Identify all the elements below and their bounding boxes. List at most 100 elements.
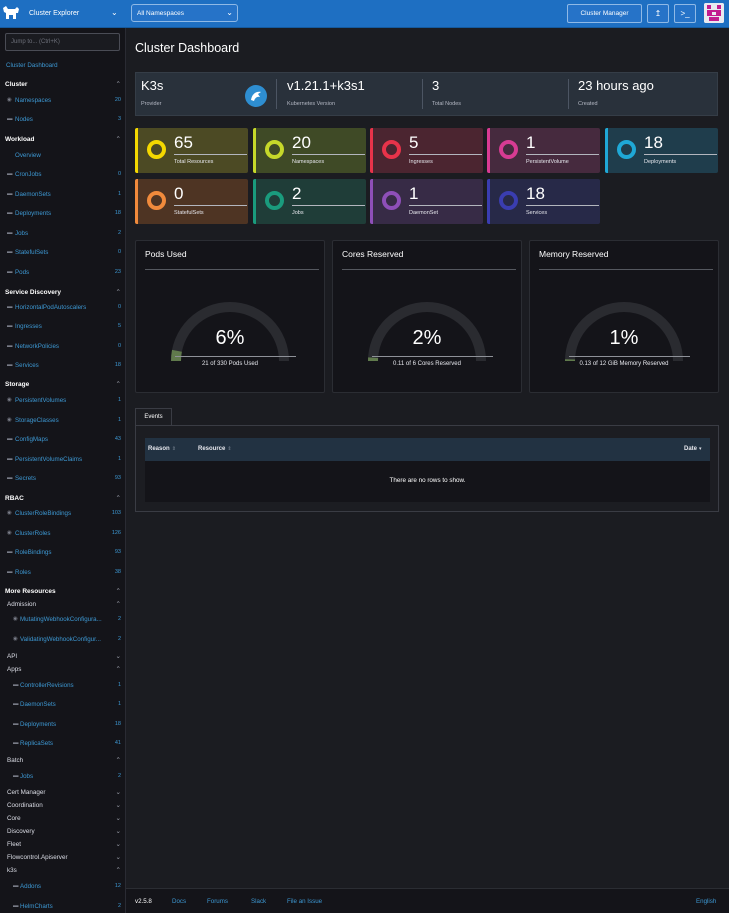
sidebar-group-cert-manager[interactable]: Cert Manager ⌄ — [0, 787, 126, 799]
folder-icon: ▬ — [7, 343, 13, 349]
globe-icon: ◉ — [7, 530, 12, 536]
tile-total-resources[interactable]: 65 Total Resources — [135, 128, 248, 173]
sidebar-item-clusterroles[interactable]: ◉ ClusterRoles 126 — [0, 528, 126, 540]
sidebar-group-rbac[interactable]: RBAC ⌃ — [0, 493, 126, 505]
sidebar-item-validating-webhooks[interactable]: ◉ ValidatingWebhookConfigur... 2 — [0, 634, 126, 646]
sidebar-item-replicasets[interactable]: ▬ ReplicaSets 41 — [0, 738, 126, 750]
sidebar-group-discovery[interactable]: Discovery ⌄ — [0, 826, 126, 838]
sidebar-item-deployments[interactable]: ▬ Deployments 18 — [0, 208, 126, 220]
chevron-up-icon: ⌃ — [115, 495, 121, 502]
sidebar-group-api[interactable]: API ⌄ — [0, 651, 126, 663]
sidebar-item-namespaces[interactable]: ◉ Namespaces 20 — [0, 95, 126, 107]
chevron-up-icon: ⌃ — [115, 381, 121, 388]
sidebar-item-jobs[interactable]: ▬ Jobs 2 — [0, 228, 126, 240]
footer-link-docs[interactable]: Docs — [172, 898, 186, 905]
sidebar-group-admission[interactable]: Admission ⌃ — [0, 599, 126, 611]
tab-events[interactable]: Events — [135, 408, 172, 425]
tile-persistentvolume[interactable]: 1 PersistentVolume — [487, 128, 600, 173]
page-title: Cluster Dashboard — [135, 41, 240, 55]
sidebar-group-coordination[interactable]: Coordination ⌄ — [0, 800, 126, 812]
sidebar-group-fleet[interactable]: Fleet ⌄ — [0, 839, 126, 851]
sidebar-item-batch-jobs[interactable]: ▬ Jobs 2 — [0, 771, 126, 783]
cluster-manager-button[interactable]: Cluster Manager — [567, 4, 642, 23]
chevron-down-icon: ⌄ — [115, 854, 121, 861]
footer-link-forums[interactable]: Forums — [207, 898, 228, 905]
globe-icon: ◉ — [7, 97, 12, 103]
sidebar-item-ingresses[interactable]: ▬ Ingresses 5 — [0, 321, 126, 333]
tile-jobs[interactable]: 2 Jobs — [253, 179, 366, 224]
column-resource[interactable]: Resource ⇕ — [198, 446, 232, 452]
sidebar-item-roles[interactable]: ▬ Roles 38 — [0, 567, 126, 579]
sidebar-item-rolebindings[interactable]: ▬ RoleBindings 93 — [0, 547, 126, 559]
sidebar-group-cluster[interactable]: Cluster ⌃ — [0, 79, 126, 91]
tile-count: 2 — [292, 184, 302, 203]
sidebar-item-configmaps[interactable]: ▬ ConfigMaps 43 — [0, 434, 126, 446]
sidebar-item-storageclasses[interactable]: ◉ StorageClasses 1 — [0, 415, 126, 427]
folder-icon: ▬ — [13, 773, 19, 779]
sidebar-group-storage[interactable]: Storage ⌃ — [0, 379, 126, 391]
tile-label: Services — [526, 210, 548, 216]
import-yaml-icon[interactable]: ↥ — [647, 4, 669, 23]
sidebar-group-more-resources[interactable]: More Resources ⌃ — [0, 586, 126, 598]
sort-icon: ⇕ — [171, 446, 176, 452]
ring-icon — [499, 191, 518, 210]
sidebar-item-cluster-dashboard[interactable]: Cluster Dashboard — [0, 60, 126, 72]
column-date[interactable]: Date ▾ — [684, 446, 702, 452]
sidebar-item-clusterrolebindings[interactable]: ◉ ClusterRoleBindings 103 — [0, 508, 126, 520]
sidebar-item-pods[interactable]: ▬ Pods 23 — [0, 267, 126, 279]
sidebar-item-daemonsets[interactable]: ▬ DaemonSets 1 — [0, 189, 126, 201]
folder-icon: ▬ — [7, 249, 13, 255]
sidebar-item-services[interactable]: ▬ Services 18 — [0, 360, 126, 372]
globe-icon: ◉ — [13, 636, 18, 642]
chevron-up-icon: ⌃ — [115, 289, 121, 296]
language-select[interactable]: English — [696, 898, 716, 905]
folder-icon: ▬ — [7, 569, 13, 575]
sidebar-group-core[interactable]: Core ⌄ — [0, 813, 126, 825]
sidebar-item-overview[interactable]: Overview — [0, 150, 126, 162]
footer-link-file-issue[interactable]: File an Issue — [287, 898, 322, 905]
sidebar-item-apps-deployments[interactable]: ▬ Deployments 18 — [0, 719, 126, 731]
tile-ingresses[interactable]: 5 Ingresses — [370, 128, 483, 173]
tile-deployments[interactable]: 18 Deployments — [605, 128, 718, 173]
sidebar-item-secrets[interactable]: ▬ Secrets 93 — [0, 473, 126, 485]
footer-link-slack[interactable]: Slack — [251, 898, 266, 905]
avatar[interactable] — [704, 3, 724, 23]
sidebar-item-statefulsets[interactable]: ▬ StatefulSets 0 — [0, 247, 126, 259]
rancher-logo-icon[interactable] — [2, 4, 20, 22]
info-created: 23 hours ago Created — [573, 73, 713, 117]
sidebar-item-persistentvolumes[interactable]: ◉ PersistentVolumes 1 — [0, 395, 126, 407]
sidebar-group-service-discovery[interactable]: Service Discovery ⌃ — [0, 287, 126, 299]
tile-services[interactable]: 18 Services — [487, 179, 600, 224]
globe-icon: ◉ — [13, 616, 18, 622]
sidebar-item-addons[interactable]: ▬ Addons 12 — [0, 881, 126, 893]
tile-namespaces[interactable]: 20 Namespaces — [253, 128, 366, 173]
sidebar-item-helmcharts[interactable]: ▬ HelmCharts 2 — [0, 901, 126, 913]
folder-icon: ▬ — [7, 191, 13, 197]
sidebar-item-networkpolicies[interactable]: ▬ NetworkPolicies 0 — [0, 341, 126, 353]
cluster-explorer-label[interactable]: Cluster Explorer — [29, 10, 79, 17]
namespace-select[interactable]: All Namespaces ⌄ — [131, 4, 238, 22]
search-input[interactable]: Jump to... (Ctrl+K) — [5, 33, 120, 51]
sidebar-item-hpa[interactable]: ▬ HorizontalPodAutoscalers 0 — [0, 302, 126, 314]
column-reason[interactable]: Reason ⇕ — [148, 446, 176, 452]
sidebar-group-flowcontrol[interactable]: Flowcontrol.Apiserver ⌄ — [0, 852, 126, 864]
sidebar-item-apps-daemonsets[interactable]: ▬ DaemonSets 1 — [0, 699, 126, 711]
info-label: Created — [578, 101, 598, 107]
tile-daemonset[interactable]: 1 DaemonSet — [370, 179, 483, 224]
chevron-down-icon: ⌄ — [115, 828, 121, 835]
sidebar-group-batch[interactable]: Batch ⌃ — [0, 755, 126, 767]
sidebar-item-pvc[interactable]: ▬ PersistentVolumeClaims 1 — [0, 454, 126, 466]
tile-statefulsets[interactable]: 0 StatefulSets — [135, 179, 248, 224]
info-label: Provider — [141, 101, 162, 107]
sidebar-group-apps[interactable]: Apps ⌃ — [0, 664, 126, 676]
kubectl-shell-icon[interactable]: >_ — [674, 4, 696, 23]
sidebar-item-controllerrevisions[interactable]: ▬ ControllerRevisions 1 — [0, 680, 126, 692]
sidebar-item-nodes[interactable]: ▬ Nodes 3 — [0, 114, 126, 126]
folder-icon: ▬ — [7, 436, 13, 442]
sidebar-group-k3s[interactable]: k3s ⌃ — [0, 865, 126, 877]
sidebar-item-mutating-webhooks[interactable]: ◉ MutatingWebhookConfigura... 2 — [0, 614, 126, 626]
sidebar-group-workload[interactable]: Workload ⌃ — [0, 134, 126, 146]
chevron-down-icon[interactable]: ⌄ — [111, 8, 118, 17]
sidebar-item-cronjobs[interactable]: ▬ CronJobs 0 — [0, 169, 126, 181]
cluster-info-bar: K3s Provider v1.21.1+k3s1 Kubernetes Ver… — [135, 72, 718, 116]
